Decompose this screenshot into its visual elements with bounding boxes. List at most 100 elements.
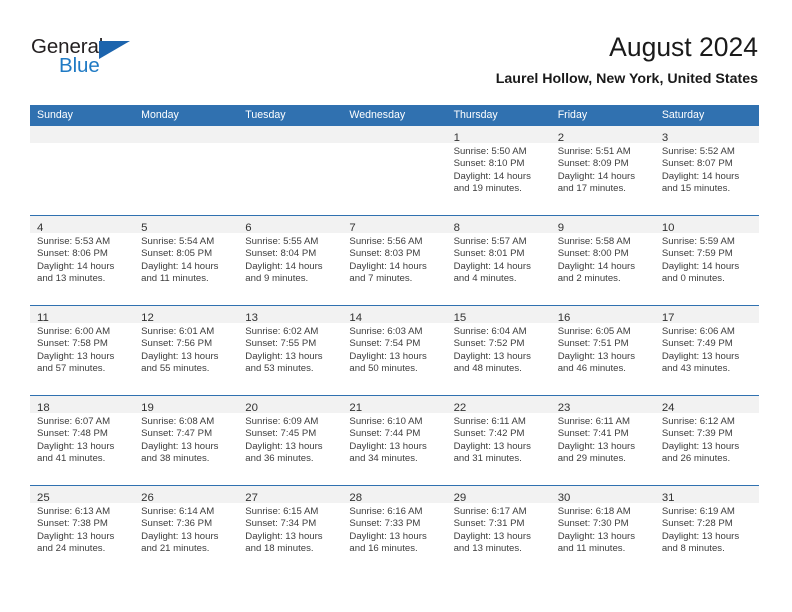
sunrise-text: Sunrise: 6:05 AM	[557, 326, 631, 337]
day-number-band: 19	[134, 396, 239, 414]
calendar-day-cell[interactable]: 27 Sunrise: 6:15 AM Sunset: 7:34 PM Dayligh…	[238, 486, 343, 575]
daylight-text: Daylight: 14 hours	[37, 260, 115, 272]
daylight-text-cont: and 50 minutes.	[349, 362, 418, 374]
calendar-day-cell[interactable]: 3 Sunrise: 5:52 AM Sunset: 8:07 PM Daylight…	[654, 126, 759, 215]
day-number-band: 29	[446, 486, 551, 504]
sunset-text: Sunset: 7:41 PM	[557, 428, 629, 440]
sunrise-text: Sunrise: 5:57 AM	[453, 236, 527, 247]
calendar-day-cell[interactable]: 29 Sunrise: 6:17 AM Sunset: 7:31 PM Dayligh…	[446, 486, 551, 575]
daylight-text: Daylight: 13 hours	[661, 440, 740, 452]
calendar-day-cell[interactable]: 1 Sunrise: 5:50 AM Sunset: 8:10 PM Daylight…	[446, 126, 551, 215]
sunset-text: Sunset: 7:59 PM	[661, 248, 733, 260]
calendar-day-cell[interactable]: 15 Sunrise: 6:04 AM Sunset: 7:52 PM Dayligh…	[446, 306, 551, 395]
day-number-band: 18	[30, 396, 135, 414]
day-number-band: 22	[446, 396, 551, 414]
calendar-day-cell[interactable]: 20 Sunrise: 6:09 AM Sunset: 7:45 PM Dayligh…	[238, 396, 343, 485]
daylight-text: Daylight: 14 hours	[453, 260, 531, 272]
day-number: 28	[349, 492, 363, 504]
weekday-header-tuesday: Tuesday	[245, 109, 286, 121]
weekday-header-friday: Friday	[557, 109, 588, 121]
daylight-text-cont: and 24 minutes.	[37, 542, 106, 554]
day-number: 30	[557, 492, 571, 504]
daylight-text: Daylight: 13 hours	[557, 530, 636, 542]
calendar-day-cell[interactable]: 25 Sunrise: 6:13 AM Sunset: 7:38 PM Dayligh…	[30, 486, 135, 575]
day-number: 10	[661, 222, 675, 234]
day-number: 31	[661, 492, 675, 504]
daylight-text: Daylight: 13 hours	[37, 530, 115, 542]
brand-logo[interactable]: General Blue	[31, 36, 151, 82]
day-number: 9	[557, 222, 565, 234]
calendar-day-cell[interactable]: 18 Sunrise: 6:07 AM Sunset: 7:48 PM Dayligh…	[30, 396, 135, 485]
daylight-text: Daylight: 14 hours	[245, 260, 323, 272]
calendar-day-cell[interactable]: 13 Sunrise: 6:02 AM Sunset: 7:55 PM Dayligh…	[238, 306, 343, 395]
sunrise-text: Sunrise: 5:58 AM	[557, 236, 631, 247]
daylight-text-cont: and 17 minutes.	[557, 182, 626, 194]
calendar-day-cell[interactable]: 17 Sunrise: 6:06 AM Sunset: 7:49 PM Dayligh…	[654, 306, 759, 395]
daylight-text: Daylight: 13 hours	[141, 350, 219, 362]
calendar-day-cell[interactable]: 12 Sunrise: 6:01 AM Sunset: 7:56 PM Dayligh…	[134, 306, 239, 395]
sunset-text: Sunset: 7:48 PM	[37, 428, 108, 440]
daylight-text: Daylight: 13 hours	[141, 530, 219, 542]
calendar-day-cell[interactable]: 21 Sunrise: 6:10 AM Sunset: 7:44 PM Dayligh…	[342, 396, 447, 485]
calendar-day-cell[interactable]: 28 Sunrise: 6:16 AM Sunset: 7:33 PM Dayligh…	[342, 486, 447, 575]
day-number: 26	[141, 492, 154, 504]
calendar-day-cell[interactable]: 11 Sunrise: 6:00 AM Sunset: 7:58 PM Dayligh…	[30, 306, 135, 395]
calendar-day-cell[interactable]: 22 Sunrise: 6:11 AM Sunset: 7:42 PM Dayligh…	[446, 396, 551, 485]
day-number-band: 31	[654, 486, 759, 504]
sunset-text: Sunset: 8:04 PM	[245, 248, 317, 260]
daylight-text-cont: and 11 minutes.	[141, 272, 209, 284]
daylight-text-cont: and 16 minutes.	[349, 542, 418, 554]
sunset-text: Sunset: 7:38 PM	[37, 518, 108, 530]
sunset-text: Sunset: 7:44 PM	[349, 428, 421, 440]
day-number-band: 27	[238, 486, 343, 504]
calendar-day-cell[interactable]: 26 Sunrise: 6:14 AM Sunset: 7:36 PM Dayligh…	[134, 486, 239, 575]
calendar-day-cell[interactable]: 14 Sunrise: 6:03 AM Sunset: 7:54 PM Dayligh…	[342, 306, 447, 395]
calendar-day-cell[interactable]: 10 Sunrise: 5:59 AM Sunset: 7:59 PM Dayligh…	[654, 216, 759, 305]
calendar-day-cell-empty	[238, 126, 343, 215]
day-number-band: 4	[30, 216, 135, 234]
daylight-text-cont: and 15 minutes.	[661, 182, 731, 194]
sunrise-text: Sunrise: 5:53 AM	[37, 236, 111, 247]
day-details: Sunrise: 6:02 AM Sunset: 7:55 PM Daylight:…	[238, 323, 342, 375]
sunrise-text: Sunrise: 6:01 AM	[141, 326, 215, 337]
day-number-band: 30	[550, 486, 655, 504]
calendar-day-cell[interactable]: 19 Sunrise: 6:08 AM Sunset: 7:47 PM Dayligh…	[134, 396, 239, 485]
sunset-text: Sunset: 7:54 PM	[349, 338, 421, 350]
day-details	[134, 143, 238, 146]
calendar-day-cell[interactable]: 23 Sunrise: 6:11 AM Sunset: 7:41 PM Dayligh…	[550, 396, 655, 485]
sunrise-text: Sunrise: 5:52 AM	[661, 146, 735, 157]
calendar-day-cell[interactable]: 24 Sunrise: 6:12 AM Sunset: 7:39 PM Dayligh…	[654, 396, 759, 485]
day-details: Sunrise: 6:12 AM Sunset: 7:39 PM Daylight:…	[655, 413, 759, 465]
daylight-text: Daylight: 13 hours	[245, 440, 323, 452]
calendar-day-cell[interactable]: 30 Sunrise: 6:18 AM Sunset: 7:30 PM Dayligh…	[550, 486, 655, 575]
weekday-header-saturday: Saturday	[661, 109, 705, 121]
day-number: 7	[349, 222, 356, 234]
calendar-day-cell[interactable]: 4 Sunrise: 5:53 AM Sunset: 8:06 PM Daylight…	[30, 216, 135, 305]
calendar-day-cell[interactable]: 16 Sunrise: 6:05 AM Sunset: 7:51 PM Dayligh…	[550, 306, 655, 395]
calendar-day-cell[interactable]: 2 Sunrise: 5:51 AM Sunset: 8:09 PM Daylight…	[550, 126, 655, 215]
sunset-text: Sunset: 8:06 PM	[37, 248, 108, 260]
sunrise-text: Sunrise: 5:50 AM	[453, 146, 527, 157]
sunset-text: Sunset: 7:30 PM	[557, 518, 629, 530]
day-number-band: 15	[446, 306, 551, 324]
calendar-day-cell[interactable]: 31 Sunrise: 6:19 AM Sunset: 7:28 PM Dayligh…	[654, 486, 759, 575]
calendar-day-cell[interactable]: 8 Sunrise: 5:57 AM Sunset: 8:01 PM Daylight…	[446, 216, 551, 305]
day-number: 23	[557, 402, 571, 414]
calendar-day-cell[interactable]: 5 Sunrise: 5:54 AM Sunset: 8:05 PM Daylight…	[134, 216, 239, 305]
sunrise-text: Sunrise: 6:10 AM	[349, 416, 423, 427]
day-details: Sunrise: 6:11 AM Sunset: 7:42 PM Daylight:…	[447, 413, 551, 465]
calendar-week-row: 25 Sunrise: 6:13 AM Sunset: 7:38 PM Dayligh…	[30, 485, 759, 575]
day-number: 17	[661, 312, 675, 324]
sunrise-text: Sunrise: 6:15 AM	[245, 506, 319, 517]
page-title: August 2024	[609, 32, 758, 62]
daylight-text-cont: and 26 minutes.	[661, 452, 731, 464]
day-details: Sunrise: 6:14 AM Sunset: 7:36 PM Daylight:…	[134, 503, 238, 555]
calendar-day-cell[interactable]: 7 Sunrise: 5:56 AM Sunset: 8:03 PM Daylight…	[342, 216, 447, 305]
calendar-day-cell[interactable]: 6 Sunrise: 5:55 AM Sunset: 8:04 PM Daylight…	[238, 216, 343, 305]
daylight-text: Daylight: 13 hours	[661, 350, 740, 362]
day-number: 18	[37, 402, 50, 414]
day-details: Sunrise: 5:50 AM Sunset: 8:10 PM Daylight:…	[447, 143, 551, 195]
daylight-text-cont: and 41 minutes.	[37, 452, 106, 464]
calendar-day-cell[interactable]: 9 Sunrise: 5:58 AM Sunset: 8:00 PM Daylight…	[550, 216, 655, 305]
day-number: 1	[453, 132, 460, 144]
